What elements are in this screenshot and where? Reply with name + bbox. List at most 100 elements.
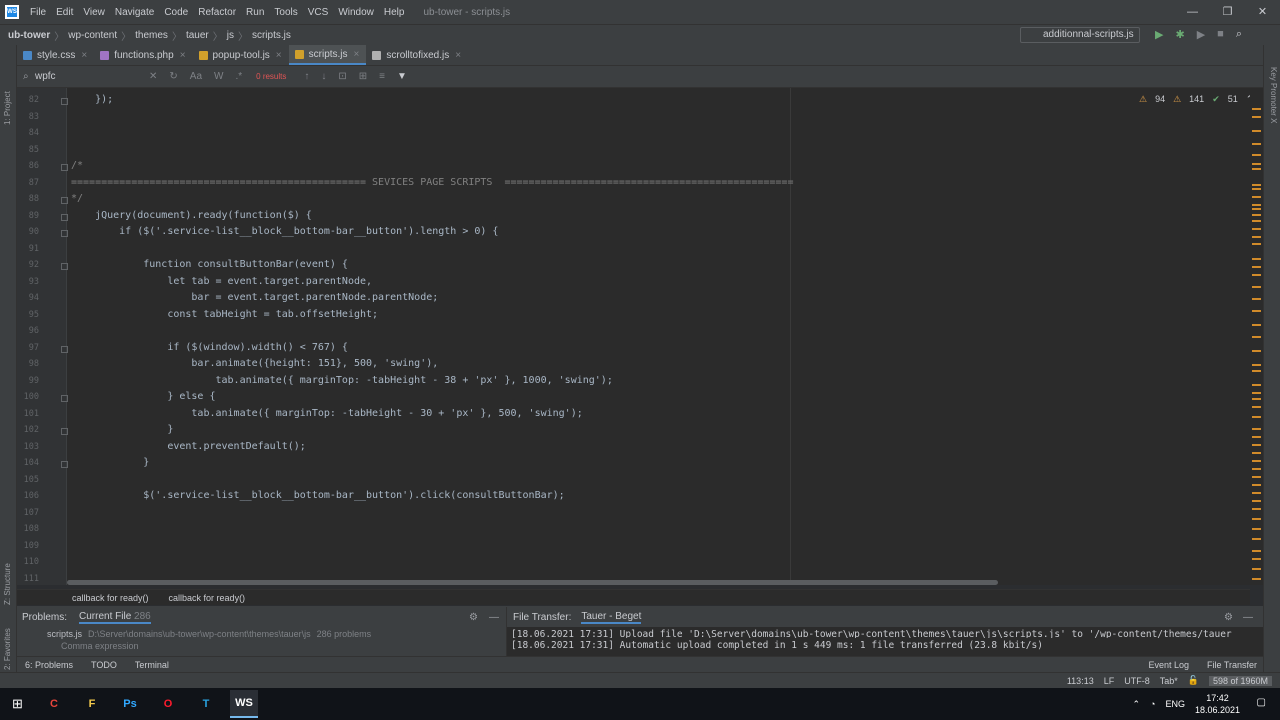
folder-icon[interactable]: F: [78, 690, 106, 718]
close-icon[interactable]: ×: [276, 50, 282, 61]
add-selection-icon[interactable]: ⊞: [359, 71, 367, 82]
tab-popup-tool-js[interactable]: popup-tool.js ×: [193, 45, 289, 65]
warning-marker[interactable]: [1252, 416, 1261, 418]
tab-style-css[interactable]: style.css ×: [17, 45, 94, 65]
warning-marker[interactable]: [1252, 578, 1261, 580]
close-icon[interactable]: ✕: [1245, 0, 1280, 24]
run-icon[interactable]: ▶: [1155, 28, 1163, 41]
windows-start-icon[interactable]: ⊞: [12, 696, 23, 712]
warning-marker[interactable]: [1252, 484, 1261, 486]
warning-marker[interactable]: [1252, 184, 1261, 186]
fold-marker-icon[interactable]: [61, 98, 68, 105]
key-promoter-label[interactable]: Key Promoter X: [1269, 67, 1278, 123]
terminal-tool-button[interactable]: Terminal: [135, 660, 169, 670]
menu-window[interactable]: Window: [333, 7, 379, 18]
warning-marker[interactable]: [1252, 336, 1261, 338]
fold-marker-icon[interactable]: [61, 230, 68, 237]
todo-tool-button[interactable]: TODO: [91, 660, 117, 670]
warning-marker[interactable]: [1252, 364, 1261, 366]
warning-marker[interactable]: [1252, 208, 1261, 210]
file-transfer-button[interactable]: File Transfer: [1207, 660, 1257, 670]
fold-marker-icon[interactable]: [61, 197, 68, 204]
warning-marker[interactable]: [1252, 168, 1261, 170]
warning-marker[interactable]: [1252, 550, 1261, 552]
warning-marker[interactable]: [1252, 444, 1261, 446]
transfer-log[interactable]: [18.06.2021 17:31] Upload file 'D:\Serve…: [511, 627, 1232, 653]
tab-scripts-js[interactable]: scripts.js ×: [288, 45, 367, 65]
warning-marker[interactable]: [1252, 436, 1261, 438]
warning-marker[interactable]: [1252, 236, 1261, 238]
gear-icon[interactable]: ⚙: [469, 612, 478, 623]
clear-search-icon[interactable]: ✕: [149, 71, 157, 82]
whole-word-toggle[interactable]: W: [214, 71, 223, 82]
tab-functions-php[interactable]: functions.php ×: [94, 45, 192, 65]
warning-marker[interactable]: [1252, 116, 1261, 118]
gear-icon[interactable]: ⚙: [1224, 612, 1233, 623]
close-icon[interactable]: ×: [455, 50, 461, 61]
maximize-icon[interactable]: ❐: [1210, 0, 1245, 24]
search-everywhere-icon[interactable]: ⌕: [1236, 28, 1242, 41]
fold-marker-icon[interactable]: [61, 395, 68, 402]
crumb-file[interactable]: scripts.js: [252, 30, 291, 41]
menu-edit[interactable]: Edit: [51, 7, 78, 18]
chrome-icon[interactable]: C: [40, 690, 68, 718]
warning-marker[interactable]: [1252, 468, 1261, 470]
warning-marker[interactable]: [1252, 452, 1261, 454]
tab-scrolltofixed-js[interactable]: scrolltofixed.js ×: [366, 45, 468, 65]
close-icon[interactable]: ×: [81, 50, 87, 61]
hide-icon[interactable]: —: [1243, 612, 1253, 623]
menu-refactor[interactable]: Refactor: [193, 7, 241, 18]
history-icon[interactable]: ↻: [169, 71, 177, 82]
warning-marker[interactable]: [1252, 392, 1261, 394]
breadcrumb-callback-2[interactable]: callback for ready(): [169, 593, 246, 603]
run-configuration-select[interactable]: additionnal-scripts.js: [1020, 27, 1140, 43]
chevron-up-icon[interactable]: ⌃: [1132, 699, 1140, 710]
minimize-icon[interactable]: —: [1175, 0, 1210, 24]
webstorm-icon[interactable]: WS: [230, 690, 258, 718]
regex-toggle[interactable]: .*: [235, 71, 242, 82]
language-indicator[interactable]: ENG: [1165, 699, 1185, 709]
warning-marker[interactable]: [1252, 370, 1261, 372]
coverage-icon[interactable]: ▶: [1197, 28, 1205, 41]
warning-marker[interactable]: [1252, 538, 1261, 540]
select-all-occurrences-icon[interactable]: ⊡: [338, 71, 346, 82]
hide-icon[interactable]: —: [489, 612, 499, 623]
warning-marker[interactable]: [1252, 310, 1261, 312]
fold-marker-icon[interactable]: [61, 461, 68, 468]
fold-marker-icon[interactable]: [61, 213, 68, 221]
warning-marker[interactable]: [1252, 518, 1261, 520]
event-log-button[interactable]: Event Log: [1148, 660, 1189, 670]
filter-options-icon[interactable]: ≡: [379, 71, 385, 82]
warning-marker[interactable]: [1252, 154, 1261, 156]
debug-icon[interactable]: ✱: [1175, 28, 1184, 41]
crumb-project[interactable]: ub-tower: [8, 30, 50, 41]
menu-navigate[interactable]: Navigate: [110, 7, 159, 18]
warning-marker[interactable]: [1252, 568, 1261, 570]
lock-icon[interactable]: 🔓: [1188, 675, 1199, 686]
fold-marker-icon[interactable]: [61, 345, 68, 353]
menu-code[interactable]: Code: [159, 7, 193, 18]
crumb-themes[interactable]: themes: [135, 30, 168, 41]
warning-marker[interactable]: [1252, 384, 1261, 386]
warning-marker[interactable]: [1252, 130, 1261, 132]
filter-icon[interactable]: ▼: [397, 71, 407, 82]
warning-marker[interactable]: [1252, 243, 1261, 245]
indent-setting[interactable]: Tab*: [1160, 676, 1178, 686]
notifications-icon[interactable]: ▢: [1257, 697, 1266, 708]
crumb-tauer[interactable]: tauer: [186, 30, 209, 41]
tab-current-file[interactable]: Current File 286: [79, 611, 151, 624]
warning-marker[interactable]: [1252, 298, 1261, 300]
warning-marker[interactable]: [1252, 558, 1261, 560]
menu-file[interactable]: File: [25, 7, 51, 18]
crumb-wp-content[interactable]: wp-content: [68, 30, 117, 41]
close-icon[interactable]: ×: [180, 50, 186, 61]
warning-marker[interactable]: [1252, 500, 1261, 502]
project-tool-label[interactable]: 1: Project: [3, 91, 12, 125]
warning-marker[interactable]: [1252, 196, 1261, 198]
find-input[interactable]: [23, 67, 143, 86]
warning-marker[interactable]: [1252, 163, 1261, 165]
stop-icon[interactable]: ■: [1217, 28, 1224, 41]
opera-icon[interactable]: O: [154, 690, 182, 718]
horizontal-scrollbar[interactable]: [67, 580, 998, 585]
error-stripe[interactable]: [1250, 88, 1263, 585]
